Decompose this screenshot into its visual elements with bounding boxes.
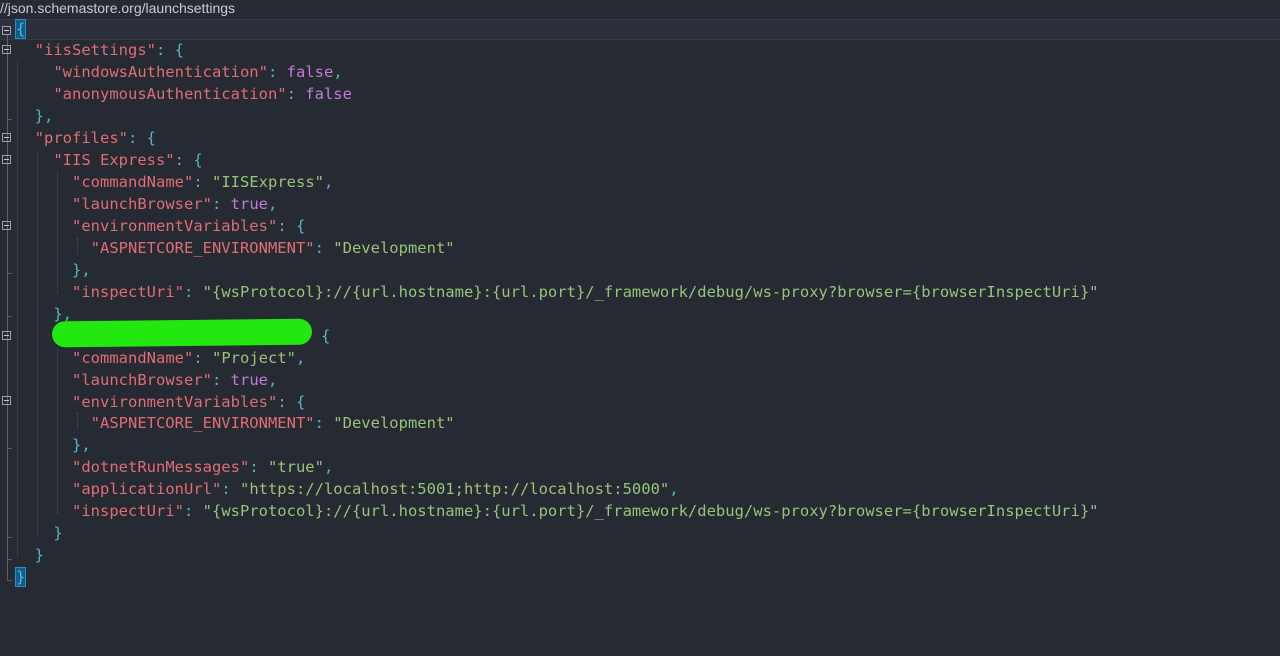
code-line[interactable]: "environmentVariables": { (16, 215, 305, 237)
code-line[interactable]: "iisSettings": { (16, 39, 184, 61)
fold-end-project (7, 537, 12, 538)
json-string: "IISExpress" (212, 173, 324, 191)
code-line[interactable]: { (14, 18, 27, 40)
json-boolean: true (230, 371, 268, 389)
current-line-highlight (0, 19, 1280, 40)
brace-match-highlight: } (14, 567, 27, 587)
json-key: "launchBrowser" (72, 371, 212, 389)
json-key: "commandName" (72, 349, 194, 367)
code-line[interactable]: "profiles": { (16, 127, 156, 149)
json-string: "Development" (333, 239, 455, 257)
code-line[interactable]: "inspectUri": "{wsProtocol}://{url.hostn… (16, 500, 1099, 522)
json-key: "dotnetRunMessages" (72, 458, 250, 476)
code-line[interactable]: "launchBrowser": true, (16, 193, 277, 215)
fold-toggle-icon[interactable] (2, 331, 11, 340)
code-line[interactable]: "applicationUrl": "https://localhost:500… (16, 478, 679, 500)
json-boolean: false (286, 63, 334, 81)
code-line[interactable]: "windowsAuthentication": false, (16, 61, 342, 83)
json-key: "launchBrowser" (72, 195, 212, 213)
fold-end-root (7, 580, 12, 581)
fold-end-env-vars (7, 448, 12, 449)
json-key: "ASPNETCORE_ENVIRONMENT" (90, 414, 315, 432)
fold-end-profiles (7, 559, 12, 560)
fold-toggle-icon[interactable] (2, 26, 11, 35)
json-string: "Project" (212, 349, 296, 367)
json-key: "IIS Express" (53, 151, 175, 169)
json-string: "{wsProtocol}://{url.hostname}:{url.port… (202, 283, 1099, 301)
fold-toggle-icon[interactable] (2, 396, 11, 405)
json-key: "environmentVariables" (72, 217, 278, 235)
json-string: "Development" (333, 414, 455, 432)
code-line[interactable]: "ASPNETCORE_ENVIRONMENT": "Development" (16, 237, 455, 259)
fold-end-env-vars (7, 273, 12, 274)
json-boolean: true (230, 195, 268, 213)
code-line[interactable]: "anonymousAuthentication": false (16, 83, 352, 105)
json-editor[interactable]: //json.schemastore.org/launchsettings { … (0, 0, 1280, 656)
json-key: "iisSettings" (34, 41, 156, 59)
code-line[interactable]: "launchBrowser": true, (16, 369, 277, 391)
json-key: "anonymousAuthentication" (53, 85, 287, 103)
code-line[interactable]: "commandName": "Project", (16, 347, 305, 369)
fold-end-iis-settings (7, 119, 12, 120)
code-line[interactable]: { (321, 325, 330, 347)
code-line[interactable]: "ASPNETCORE_ENVIRONMENT": "Development" (16, 412, 455, 434)
redaction-mark (51, 318, 313, 348)
json-key: "inspectUri" (72, 502, 184, 520)
fold-toggle-icon[interactable] (2, 155, 11, 164)
code-line[interactable]: "dotnetRunMessages": "true", (16, 456, 333, 478)
code-line[interactable]: "environmentVariables": { (16, 391, 305, 413)
fold-end-iis-express (7, 316, 12, 317)
code-line[interactable]: }, (16, 105, 54, 127)
json-string: "true" (267, 458, 324, 476)
brace-match-highlight: { (14, 19, 27, 39)
json-key: "ASPNETCORE_ENVIRONMENT" (90, 239, 315, 257)
json-boolean: false (305, 85, 352, 103)
json-key: "windowsAuthentication" (53, 63, 268, 81)
schema-url: //json.schemastore.org/launchsettings (0, 0, 236, 16)
fold-toggle-icon[interactable] (2, 133, 11, 142)
json-key: "environmentVariables" (72, 393, 278, 411)
json-string: "https://localhost:5001;http://localhost… (239, 480, 670, 498)
code-line[interactable]: "inspectUri": "{wsProtocol}://{url.hostn… (16, 281, 1099, 303)
code-line[interactable]: "commandName": "IISExpress", (16, 171, 333, 193)
fold-toggle-icon[interactable] (2, 221, 11, 230)
code-line[interactable]: "IIS Express": { (16, 149, 202, 171)
json-key: "commandName" (72, 173, 194, 191)
code-line[interactable]: } (14, 566, 27, 588)
code-line[interactable]: } (16, 544, 44, 566)
fold-guide-root (7, 35, 8, 581)
code-line[interactable]: }, (16, 434, 91, 456)
json-key: "inspectUri" (72, 283, 184, 301)
code-line[interactable]: } (16, 522, 62, 544)
json-string: "{wsProtocol}://{url.hostname}:{url.port… (202, 502, 1099, 520)
json-key: "applicationUrl" (72, 480, 222, 498)
code-line[interactable]: }, (16, 259, 91, 281)
json-key: "profiles" (34, 129, 128, 147)
fold-toggle-icon[interactable] (2, 45, 11, 54)
